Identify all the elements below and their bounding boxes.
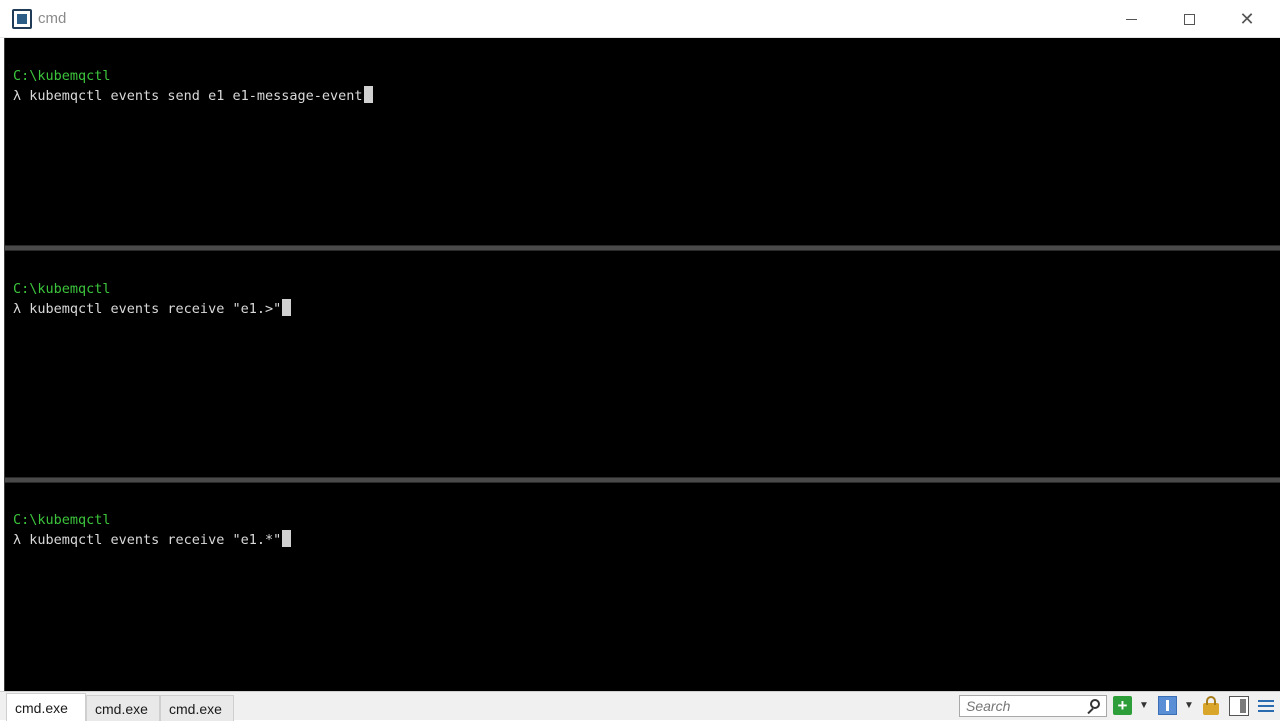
minimize-icon xyxy=(1125,18,1137,20)
text-cursor xyxy=(363,86,373,103)
text-cursor xyxy=(282,530,292,547)
panel-view-icon[interactable] xyxy=(1158,696,1177,715)
search-input[interactable] xyxy=(966,696,1076,716)
terminal-pane-2[interactable]: C:\kubemqctl λ kubemqctl events receive … xyxy=(5,251,1280,477)
search-icon[interactable] xyxy=(1090,699,1100,709)
hamburger-menu-icon[interactable] xyxy=(1257,696,1275,716)
split-view-icon[interactable] xyxy=(1229,696,1249,716)
tab-cmd-3[interactable]: cmd.exe xyxy=(160,695,234,721)
search-field[interactable] xyxy=(959,695,1107,717)
command-line[interactable]: λ kubemqctl events send e1 e1-message-ev… xyxy=(13,86,373,106)
close-icon: ✕ xyxy=(1239,8,1255,29)
prompt-path: C:\kubemqctl xyxy=(13,281,111,297)
maximize-button[interactable] xyxy=(1160,0,1218,38)
command-text: λ kubemqctl events send e1 e1-message-ev… xyxy=(13,88,363,104)
terminal-pane-3[interactable]: C:\kubemqctl λ kubemqctl events receive … xyxy=(5,483,1280,691)
close-button[interactable]: ✕ xyxy=(1218,0,1276,38)
title-bar: cmd ✕ xyxy=(0,0,1280,38)
new-console-plus-icon[interactable]: + xyxy=(1113,696,1132,715)
console-app-icon[interactable] xyxy=(12,9,32,29)
command-line[interactable]: λ kubemqctl events receive "e1.>" xyxy=(13,299,292,319)
minimize-button[interactable] xyxy=(1102,0,1160,38)
command-text: λ kubemqctl events receive "e1.*" xyxy=(13,532,282,548)
new-console-dropdown-chevron-icon[interactable]: ▼ xyxy=(1138,696,1150,716)
tab-cmd-2[interactable]: cmd.exe xyxy=(86,695,160,721)
terminal-pane-1[interactable]: C:\kubemqctl λ kubemqctl events send e1 … xyxy=(5,38,1280,245)
window-title: cmd xyxy=(38,10,67,27)
console-area: C:\kubemqctl λ kubemqctl events send e1 … xyxy=(4,38,1280,691)
tab-cmd-1[interactable]: cmd.exe xyxy=(6,693,86,721)
maximize-icon xyxy=(1183,13,1195,25)
command-text: λ kubemqctl events receive "e1.>" xyxy=(13,301,282,317)
text-cursor xyxy=(282,299,292,316)
prompt-path: C:\kubemqctl xyxy=(13,68,111,84)
prompt-path: C:\kubemqctl xyxy=(13,512,111,528)
tab-bar: cmd.exe cmd.exe cmd.exe + ▼ ▼ xyxy=(0,691,1280,721)
lock-icon[interactable] xyxy=(1203,696,1219,715)
command-line[interactable]: λ kubemqctl events receive "e1.*" xyxy=(13,530,292,550)
panel-dropdown-chevron-icon[interactable]: ▼ xyxy=(1183,696,1195,716)
